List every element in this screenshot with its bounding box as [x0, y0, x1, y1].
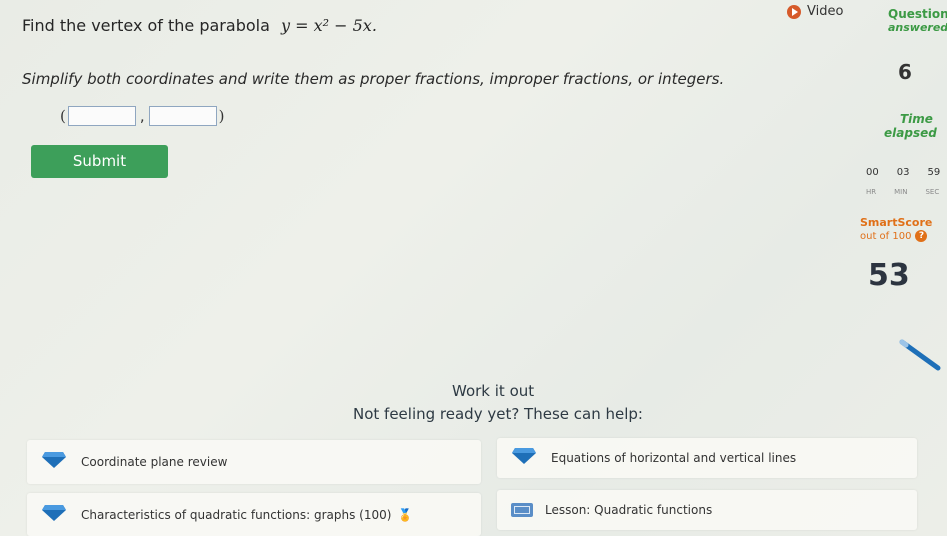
gem-icon: [41, 451, 67, 473]
help-card-label: Characteristics of quadratic functions: …: [81, 507, 392, 522]
lesson-icon: [511, 503, 533, 517]
smartscore-value: 53: [868, 258, 910, 293]
close-paren: ): [218, 107, 225, 125]
timer-unit-min: MIN: [894, 188, 908, 196]
x-coordinate-input[interactable]: [67, 106, 136, 126]
time-label: Time: [900, 112, 933, 126]
smartscore-label: SmartScore: [860, 216, 933, 229]
open-paren: (: [60, 107, 66, 125]
help-subtitle: Not feeling ready yet? These can help:: [353, 405, 643, 423]
medal-icon: 🏅: [397, 507, 413, 522]
gem-icon: [511, 447, 537, 469]
video-label: Video: [807, 4, 844, 19]
timer-sec: 59: [927, 167, 941, 178]
question-expression: y = x² − 5x.: [280, 16, 377, 35]
play-icon: [787, 4, 801, 19]
timer-unit-hr: HR: [866, 188, 877, 196]
question-text: Find the vertex of the parabola y = x² −…: [22, 16, 377, 35]
elapsed-label: elapsed: [884, 126, 937, 140]
question-prompt: Find the vertex of the parabola: [22, 16, 270, 35]
timer-units: HR MIN SEC: [866, 188, 939, 196]
help-card-horizontal-vertical-lines[interactable]: Equations of horizontal and vertical lin…: [497, 438, 917, 478]
questions-count: 6: [898, 60, 912, 84]
timer-unit-sec: SEC: [925, 188, 940, 196]
help-card-lesson-quadratic-functions[interactable]: Lesson: Quadratic functions: [497, 490, 917, 530]
help-card-quadratic-characteristics[interactable]: Characteristics of quadratic functions: …: [27, 493, 481, 536]
smartscore-sub: out of 100 ?: [860, 230, 928, 242]
help-card-label: Equations of horizontal and vertical lin…: [551, 451, 797, 465]
help-icon[interactable]: ?: [915, 230, 928, 242]
timer-hr: 00: [866, 167, 879, 178]
timer: 00 03 59: [866, 167, 940, 178]
pencil-icon[interactable]: [898, 338, 942, 376]
help-card-label: Coordinate plane review: [81, 455, 228, 469]
answered-label: answered: [888, 21, 947, 34]
help-card-label: Lesson: Quadratic functions: [545, 503, 713, 517]
work-it-out-title: Work it out: [452, 382, 535, 400]
questions-label: Questions: [888, 7, 947, 21]
timer-min: 03: [896, 167, 910, 178]
instruction-text: Simplify both coordinates and write them…: [22, 70, 725, 88]
y-coordinate-input[interactable]: [148, 106, 217, 126]
video-link[interactable]: Video: [787, 4, 843, 19]
comma: ,: [139, 107, 145, 125]
gem-icon: [41, 504, 67, 526]
answer-row: ( , ): [60, 104, 225, 128]
submit-button[interactable]: Submit: [31, 145, 168, 178]
smartscore-sub-text: out of 100: [860, 230, 912, 242]
help-card-coordinate-plane[interactable]: Coordinate plane review: [27, 440, 481, 484]
